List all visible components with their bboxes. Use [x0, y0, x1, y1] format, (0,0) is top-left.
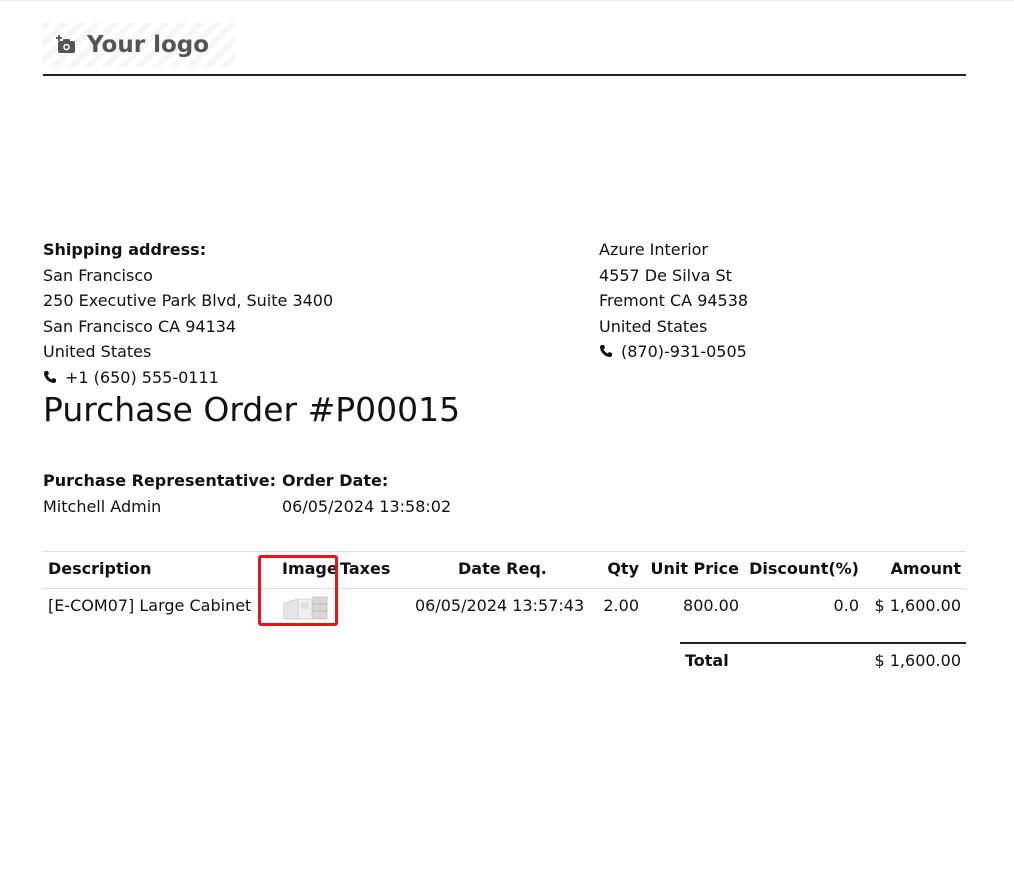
total-label: Total	[685, 651, 729, 670]
logo-text: Your logo	[87, 32, 210, 58]
table-header-row: Description Image Taxes Date Req. Qty Un…	[43, 551, 966, 589]
order-date: Order Date: 06/05/2024 13:58:02	[282, 468, 451, 519]
header-amount: Amount	[890, 559, 961, 578]
vendor-phone-row: (870)-931-0505	[599, 339, 748, 365]
phone-icon	[43, 366, 57, 383]
company-logo[interactable]: Your logo	[43, 23, 235, 67]
image-column-highlight	[258, 555, 338, 626]
purchase-representative: Purchase Representative: Mitchell Admin	[43, 468, 276, 519]
header-date-req: Date Req.	[458, 559, 547, 578]
shipping-address-label: Shipping address:	[43, 240, 207, 259]
top-divider	[0, 0, 1014, 1]
header-qty: Qty	[607, 559, 639, 578]
header-taxes: Taxes	[340, 559, 391, 578]
vendor-street: 4557 De Silva St	[599, 265, 732, 285]
shipping-address: Shipping address: San Francisco 250 Exec…	[43, 237, 333, 390]
line-date-req: 06/05/2024 13:57:43	[415, 596, 585, 615]
header-unit-price: Unit Price	[650, 559, 739, 578]
vendor-phone: (870)-931-0505	[621, 342, 747, 361]
header-description: Description	[48, 559, 152, 578]
report-header: Your logo	[43, 14, 966, 76]
order-date-value: 06/05/2024 13:58:02	[282, 496, 452, 516]
header-discount: Discount(%)	[749, 559, 859, 578]
vendor-name: Azure Interior	[599, 240, 709, 259]
vendor-country: United States	[599, 316, 708, 336]
vendor-city: Fremont CA 94538	[599, 291, 749, 310]
phone-icon	[599, 340, 613, 357]
representative-label: Purchase Representative:	[43, 471, 277, 490]
page-title: Purchase Order #P00015	[43, 390, 461, 429]
total-value: $ 1,600.00	[874, 651, 961, 670]
representative-value: Mitchell Admin	[43, 496, 162, 516]
shipping-country: United States	[43, 342, 152, 361]
shipping-street: 250 Executive Park Blvd, Suite 3400	[43, 291, 334, 310]
vendor-address: Azure Interior 4557 De Silva St Fremont …	[599, 237, 748, 365]
line-discount: 0.0	[833, 596, 859, 615]
shipping-phone: +1 (650) 555-0111	[65, 367, 219, 387]
line-amount: $ 1,600.00	[874, 596, 961, 615]
line-description: [E-COM07] Large Cabinet	[48, 596, 252, 615]
camera-plus-icon	[55, 34, 77, 56]
total-row: Total $ 1,600.00	[680, 642, 966, 680]
line-qty: 2.00	[603, 596, 639, 615]
shipping-phone-row: +1 (650) 555-0111	[43, 365, 333, 391]
order-date-label: Order Date:	[282, 471, 389, 490]
order-lines-table: Description Image Taxes Date Req. Qty Un…	[43, 551, 966, 625]
table-row[interactable]: [E-COM07] Large Cabinet 06/05/2024 13:57…	[43, 589, 966, 625]
line-unit-price: 800.00	[683, 596, 739, 615]
purchase-order-page: Your logo Shipping address: San Francisc…	[0, 0, 1014, 886]
shipping-name: San Francisco	[43, 265, 153, 285]
shipping-city: San Francisco CA 94134	[43, 316, 237, 336]
